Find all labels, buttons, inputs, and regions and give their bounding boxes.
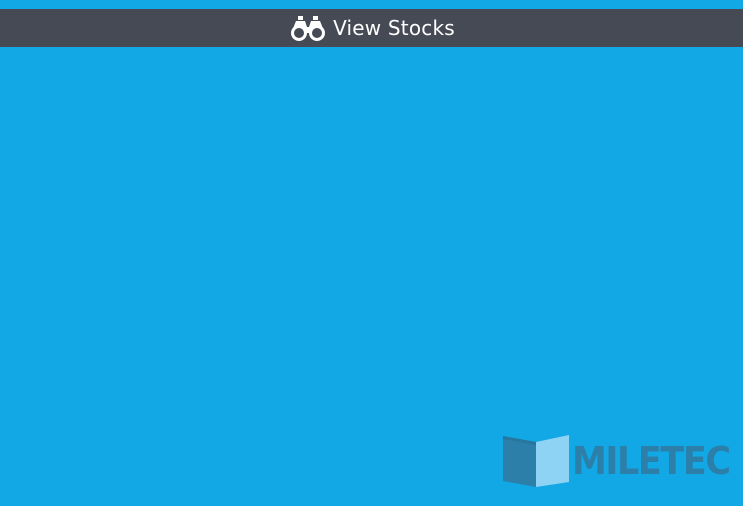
logo-text: MILETEC: [572, 439, 731, 483]
binoculars-icon: [288, 13, 328, 43]
miletec-logo: MILETEC: [502, 432, 734, 490]
header-bar: View Stocks: [0, 9, 743, 47]
book-logo-icon: [502, 433, 570, 489]
page-title: View Stocks: [333, 16, 455, 40]
